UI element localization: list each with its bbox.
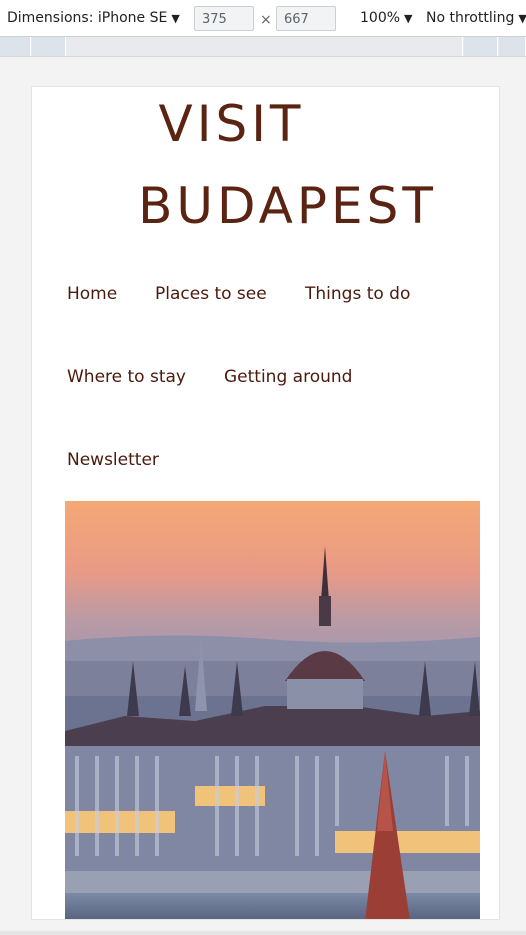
nav-newsletter[interactable]: Newsletter [67, 450, 159, 470]
devtools-device-toolbar: Dimensions: iPhone SE ▼ 375 × 667 100% ▼ N… [0, 0, 526, 37]
nav-getting-around[interactable]: Getting around [224, 367, 352, 387]
dome-lantern [319, 596, 331, 626]
emulated-viewport: VISIT BUDAPEST Home Places to see Things… [31, 86, 500, 920]
river [65, 893, 480, 919]
chevron-down-icon: ▼ [518, 12, 526, 25]
site-title-line1: VISIT [158, 95, 305, 153]
nav-home[interactable]: Home [67, 284, 117, 304]
width-input[interactable]: 375 [194, 6, 254, 31]
zoom-label: 100% [360, 10, 401, 26]
throttling-selector[interactable]: No throttling ▼ [426, 0, 526, 37]
media-query-ruler[interactable] [0, 37, 526, 57]
times-icon: × [260, 12, 272, 28]
device-label: Dimensions: iPhone SE [7, 10, 168, 26]
height-input[interactable]: 667 [276, 6, 336, 31]
ruler-segment[interactable] [67, 37, 463, 56]
nav-where-to-stay[interactable]: Where to stay [67, 367, 186, 387]
zoom-selector[interactable]: 100% ▼ [360, 0, 413, 37]
parliament-illustration [65, 501, 480, 919]
ruler-segment[interactable] [464, 37, 498, 56]
ruler-segment[interactable] [32, 37, 66, 56]
chevron-down-icon: ▼ [404, 12, 413, 25]
ruler-segment[interactable] [499, 37, 526, 56]
hero-image [65, 501, 480, 919]
nav-places-to-see[interactable]: Places to see [155, 284, 267, 304]
device-selector[interactable]: Dimensions: iPhone SE ▼ [7, 0, 180, 37]
ruler-segment[interactable] [0, 37, 31, 56]
throttling-label: No throttling [426, 10, 515, 26]
dome-drum [287, 679, 363, 709]
chevron-down-icon: ▼ [171, 12, 180, 25]
embankment [65, 871, 480, 893]
nav-things-to-do[interactable]: Things to do [305, 284, 410, 304]
distant-city [65, 661, 480, 701]
bottom-scrollbar[interactable] [0, 931, 526, 935]
site-title-line2: BUDAPEST [138, 177, 437, 235]
